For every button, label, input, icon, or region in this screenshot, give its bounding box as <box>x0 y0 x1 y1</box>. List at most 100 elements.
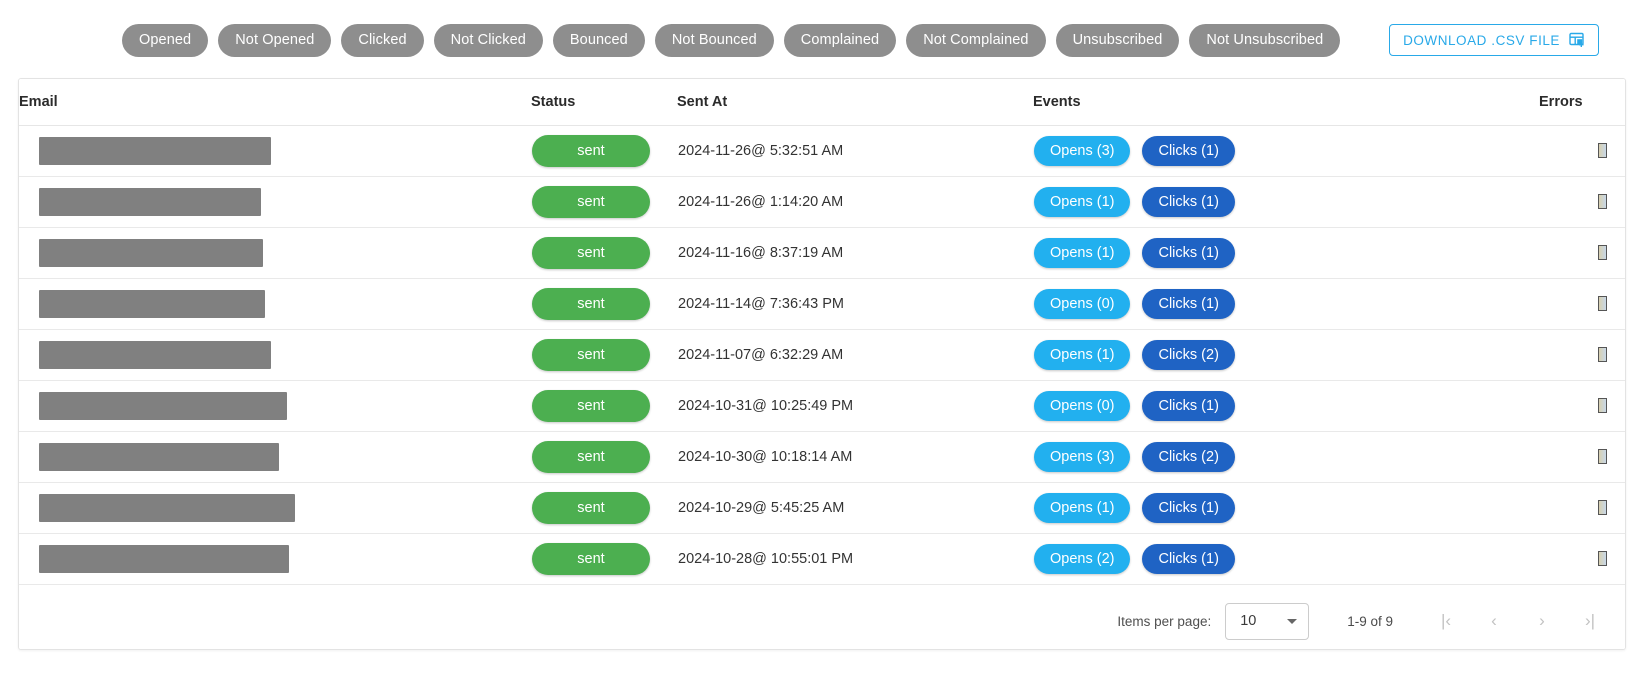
filter-chip[interactable]: Not Bounced <box>654 23 774 57</box>
status-badge[interactable]: sent <box>532 440 650 473</box>
table-body: sent 2024-11-26@ 5:32:51 AM Opens (3) Click… <box>19 125 1625 585</box>
filter-chip[interactable]: Unsubscribed <box>1055 23 1180 57</box>
filter-chip[interactable]: Bounced <box>552 23 645 57</box>
filter-chip[interactable]: Not Complained <box>906 23 1046 57</box>
redacted-email-bar <box>39 187 261 216</box>
redacted-email-bar <box>39 493 295 522</box>
download-csv-button[interactable]: DOWNLOAD .CSV FILE <box>1389 24 1599 56</box>
redacted-email-bar <box>39 136 271 165</box>
cell-status: sent <box>531 431 677 483</box>
paginator: Items per page: 10 1-9 of 9 |‹ ‹ › ›| <box>19 593 1625 649</box>
items-per-page-select[interactable]: 10 <box>1225 602 1310 640</box>
cell-status: sent <box>531 227 677 279</box>
cell-sent-at: 2024-11-26@ 5:32:51 AM <box>677 125 1033 177</box>
cell-events: Opens (1) Clicks (1) <box>1033 176 1539 228</box>
missing-glyph-icon <box>1598 194 1607 210</box>
opens-badge[interactable]: Opens (1) <box>1034 339 1131 370</box>
opens-badge[interactable]: Opens (2) <box>1034 543 1131 574</box>
missing-glyph-icon <box>1598 500 1607 516</box>
missing-glyph-icon <box>1598 143 1607 159</box>
table-row[interactable]: sent 2024-10-29@ 5:45:25 AM Opens (1) Click… <box>19 482 1625 534</box>
status-badge[interactable]: sent <box>532 236 650 269</box>
opens-badge[interactable]: Opens (1) <box>1034 492 1131 523</box>
clicks-badge[interactable]: Clicks (1) <box>1142 288 1235 319</box>
column-header-sent-at: Sent At <box>677 79 1033 126</box>
cell-email <box>19 227 531 279</box>
clicks-badge[interactable]: Clicks (1) <box>1142 390 1235 421</box>
clicks-badge[interactable]: Clicks (1) <box>1142 492 1235 523</box>
cell-sent-at: 2024-10-29@ 5:45:25 AM <box>677 482 1033 534</box>
filter-toolbar: Opened Not Opened Clicked Not Clicked Bounce… <box>0 0 1644 80</box>
previous-page-icon[interactable]: ‹ <box>1477 604 1511 638</box>
status-badge[interactable]: sent <box>532 389 650 422</box>
status-badge[interactable]: sent <box>532 542 650 575</box>
status-badge[interactable]: sent <box>532 287 650 320</box>
status-badge[interactable]: sent <box>532 338 650 371</box>
cell-status: sent <box>531 329 677 381</box>
table-add-icon <box>1569 32 1585 48</box>
missing-glyph-icon <box>1598 449 1607 465</box>
cell-errors <box>1539 533 1625 585</box>
cell-sent-at: 2024-11-07@ 6:32:29 AM <box>677 329 1033 381</box>
column-header-email: Email <box>19 79 531 126</box>
filter-chip[interactable]: Not Clicked <box>433 23 543 57</box>
cell-email <box>19 431 531 483</box>
clicks-badge[interactable]: Clicks (1) <box>1142 186 1235 217</box>
opens-badge[interactable]: Opens (1) <box>1034 186 1131 217</box>
cell-events: Opens (1) Clicks (2) <box>1033 329 1539 381</box>
cell-sent-at: 2024-10-28@ 10:55:01 PM <box>677 533 1033 585</box>
cell-errors <box>1539 431 1625 483</box>
cell-email <box>19 533 531 585</box>
events-group: Opens (3) Clicks (1) <box>1034 135 1538 166</box>
missing-glyph-icon <box>1598 398 1607 414</box>
cell-status: sent <box>531 482 677 534</box>
opens-badge[interactable]: Opens (1) <box>1034 237 1131 268</box>
status-badge[interactable]: sent <box>532 134 650 167</box>
next-page-icon[interactable]: › <box>1525 604 1559 638</box>
clicks-badge[interactable]: Clicks (1) <box>1142 135 1235 166</box>
table-row[interactable]: sent 2024-11-26@ 5:32:51 AM Opens (3) Click… <box>19 125 1625 177</box>
missing-glyph-icon <box>1598 296 1607 312</box>
cell-email <box>19 176 531 228</box>
events-group: Opens (1) Clicks (1) <box>1034 186 1538 217</box>
status-badge[interactable]: sent <box>532 185 650 218</box>
events-group: Opens (0) Clicks (1) <box>1034 288 1538 319</box>
cell-errors <box>1539 125 1625 177</box>
filter-chip[interactable]: Complained <box>783 23 897 57</box>
clicks-badge[interactable]: Clicks (2) <box>1142 339 1235 370</box>
filter-chip[interactable]: Not Opened <box>218 23 332 57</box>
table-row[interactable]: sent 2024-11-26@ 1:14:20 AM Opens (1) Click… <box>19 176 1625 228</box>
cell-events: Opens (1) Clicks (1) <box>1033 227 1539 279</box>
cell-events: Opens (1) Clicks (1) <box>1033 482 1539 534</box>
filter-chip[interactable]: Clicked <box>341 23 424 57</box>
filter-chip[interactable]: Not Unsubscribed <box>1189 23 1341 57</box>
table-header-row: Email Status Sent At Events Errors <box>19 79 1625 126</box>
events-group: Opens (2) Clicks (1) <box>1034 543 1538 574</box>
table-row[interactable]: sent 2024-11-16@ 8:37:19 AM Opens (1) Click… <box>19 227 1625 279</box>
clicks-badge[interactable]: Clicks (2) <box>1142 441 1235 472</box>
opens-badge[interactable]: Opens (0) <box>1034 390 1131 421</box>
table-row[interactable]: sent 2024-11-14@ 7:36:43 PM Opens (0) Click… <box>19 278 1625 330</box>
cell-sent-at: 2024-11-14@ 7:36:43 PM <box>677 278 1033 330</box>
clicks-badge[interactable]: Clicks (1) <box>1142 543 1235 574</box>
redacted-email-bar <box>39 340 271 369</box>
cell-sent-at: 2024-10-30@ 10:18:14 AM <box>677 431 1033 483</box>
opens-badge[interactable]: Opens (3) <box>1034 441 1131 472</box>
clicks-badge[interactable]: Clicks (1) <box>1142 237 1235 268</box>
cell-email <box>19 278 531 330</box>
table-row[interactable]: sent 2024-11-07@ 6:32:29 AM Opens (1) Click… <box>19 329 1625 381</box>
first-page-icon[interactable]: |‹ <box>1429 604 1463 638</box>
cell-events: Opens (3) Clicks (1) <box>1033 125 1539 177</box>
table-row[interactable]: sent 2024-10-31@ 10:25:49 PM Opens (0) Clic… <box>19 380 1625 432</box>
status-badge[interactable]: sent <box>532 491 650 524</box>
events-group: Opens (1) Clicks (2) <box>1034 339 1538 370</box>
table-row[interactable]: sent 2024-10-30@ 10:18:14 AM Opens (3) Clic… <box>19 431 1625 483</box>
opens-badge[interactable]: Opens (0) <box>1034 288 1131 319</box>
filter-chip[interactable]: Opened <box>122 23 209 57</box>
activity-table: Email Status Sent At Events Errors sent 2… <box>19 79 1625 585</box>
table-row[interactable]: sent 2024-10-28@ 10:55:01 PM Opens (2) Clic… <box>19 533 1625 585</box>
pagination-range-label: 1-9 of 9 <box>1347 613 1393 629</box>
cell-sent-at: 2024-11-26@ 1:14:20 AM <box>677 176 1033 228</box>
opens-badge[interactable]: Opens (3) <box>1034 135 1131 166</box>
last-page-icon[interactable]: ›| <box>1573 604 1607 638</box>
